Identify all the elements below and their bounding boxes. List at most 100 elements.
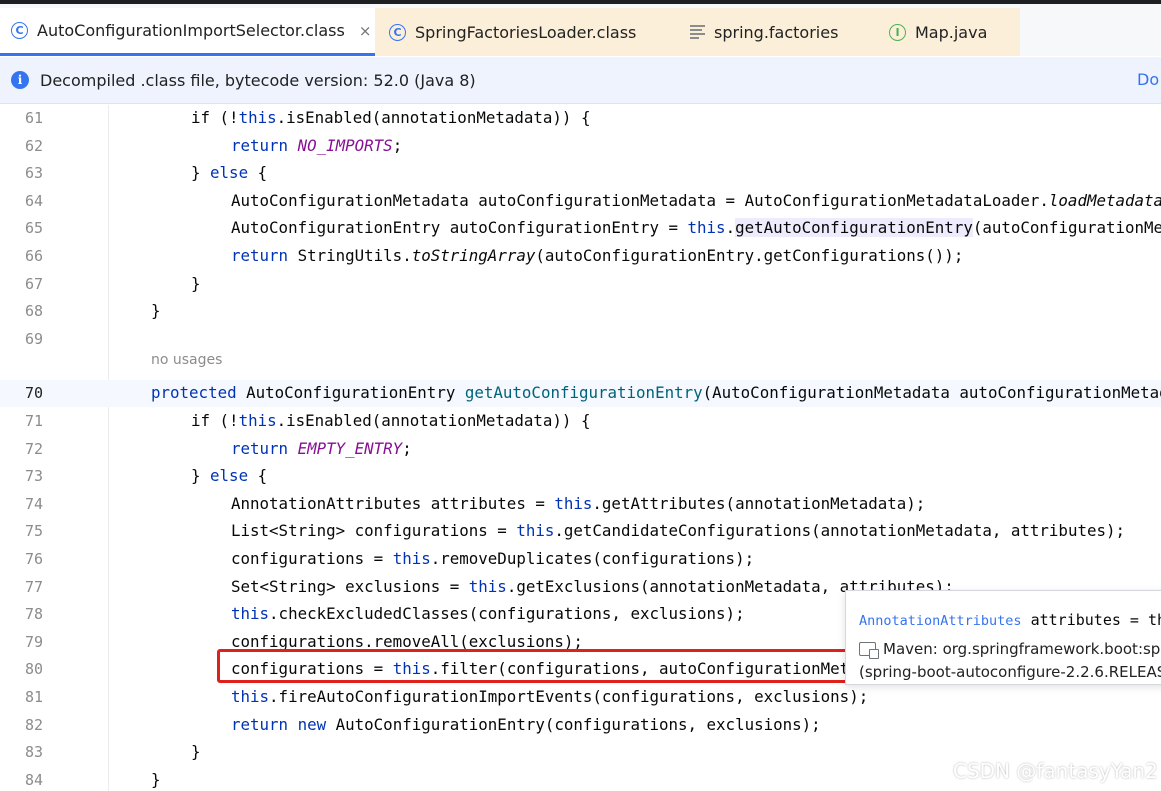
code-token: } <box>191 742 201 762</box>
popup-maven-source: Maven: org.springframework.boot:spring-b… <box>859 640 1161 659</box>
code-text: AutoConfigurationMetadata autoConfigurat… <box>231 191 1161 210</box>
code-token: this <box>231 604 270 624</box>
highlight-annotation-box <box>217 649 855 683</box>
popup-jar-path: (spring-boot-autoconfigure-2.2.6.RELEASE… <box>859 663 1161 681</box>
usages-inlay-hint[interactable]: no usages <box>151 352 222 368</box>
code-line[interactable]: 63} else { <box>0 160 1161 187</box>
tab-bar-empty-area <box>1020 8 1161 56</box>
code-token: (autoConfigurationMetadata <box>972 218 1161 238</box>
code-token: else <box>210 163 249 183</box>
code-token: (autoConfigurationEntry.getConfiguration… <box>535 246 964 265</box>
quick-documentation-popup[interactable]: AnnotationAttributes attributes = this.g… <box>845 590 1161 685</box>
code-line[interactable]: 75 List<String> configurations = this.get… <box>0 518 1161 545</box>
code-line[interactable]: 64 AutoConfigurationMetadata autoConfigur… <box>0 188 1161 215</box>
tab-label: AutoConfigurationImportSelector.class <box>37 21 345 40</box>
line-number[interactable]: 77 <box>0 578 43 596</box>
interface-icon: I <box>889 23 906 41</box>
line-number[interactable]: 69 <box>0 330 43 348</box>
line-number[interactable]: 70 <box>0 384 43 402</box>
code-line[interactable]: 72 return EMPTY_ENTRY; <box>0 436 1161 463</box>
code-line[interactable]: 82 return new AutoConfigurationEntry(conf… <box>0 712 1161 739</box>
line-number[interactable]: 72 <box>0 440 43 458</box>
code-token: this <box>687 218 726 238</box>
code-text: return new AutoConfigurationEntry(config… <box>231 715 821 734</box>
code-token: .getAttributes(annotationMetadata); <box>592 493 926 513</box>
code-editor[interactable]: no usages 61 if (!this.isEnabled(annotati… <box>0 105 1161 791</box>
code-line[interactable]: 62 return NO_IMPORTS; <box>0 133 1161 160</box>
class-icon: C <box>11 22 28 39</box>
line-number[interactable]: 73 <box>0 467 43 485</box>
line-number[interactable]: 81 <box>0 688 43 706</box>
code-token: return new <box>231 714 336 734</box>
code-text: return StringUtils.toStringArray(autoCon… <box>231 246 963 265</box>
code-token: EMPTY_ENTRY <box>297 438 403 458</box>
code-line[interactable]: 73 } else { <box>0 463 1161 490</box>
close-icon[interactable]: × <box>359 22 372 40</box>
code-token: .isEnabled(annotationMetadata)) { <box>276 108 591 127</box>
line-number[interactable]: 84 <box>0 771 43 789</box>
line-number[interactable]: 80 <box>0 660 43 678</box>
code-token: return <box>231 438 298 458</box>
line-number[interactable]: 79 <box>0 633 43 651</box>
code-token: List<String> configurations = <box>231 521 517 541</box>
info-icon: i <box>11 71 29 89</box>
code-line[interactable]: 68} <box>0 298 1161 325</box>
tab-spring-factories[interactable]: spring.factories <box>654 8 857 56</box>
code-token: (AutoConfigurationMetadata autoConfigura… <box>702 383 1161 403</box>
code-token: this <box>516 521 555 541</box>
code-text: AnnotationAttributes attributes = this.g… <box>231 494 925 513</box>
code-token: .getCandidateConfigurations(annotationMe… <box>554 521 1126 541</box>
line-number[interactable]: 63 <box>0 164 43 182</box>
code-token: getAutoConfigurationEntry <box>464 383 703 403</box>
code-token: this <box>468 576 507 596</box>
tab-springfactoriesloader[interactable]: C SpringFactoriesLoader.class <box>375 8 654 56</box>
line-number[interactable]: 67 <box>0 275 43 293</box>
line-number[interactable]: 76 <box>0 550 43 568</box>
line-number[interactable]: 68 <box>0 302 43 320</box>
line-number[interactable]: 82 <box>0 716 43 734</box>
code-line[interactable]: 67} <box>0 271 1161 298</box>
code-line[interactable]: 71 if (!this.isEnabled(annotationMetadata… <box>0 408 1161 435</box>
code-line[interactable]: 81 this.fireAutoConfigurationImportEvents… <box>0 684 1161 711</box>
line-number[interactable]: 83 <box>0 743 43 761</box>
code-line[interactable]: 69 <box>0 326 1161 353</box>
code-line[interactable]: 74 AnnotationAttributes attributes = this… <box>0 491 1161 518</box>
code-token: } <box>151 769 161 789</box>
code-text: AutoConfigurationEntry autoConfiguration… <box>231 218 1161 238</box>
code-token: getAutoConfigurationEntry <box>735 218 973 238</box>
code-token: protected <box>151 383 247 403</box>
code-line[interactable]: 65 AutoConfigurationEntry autoConfigurati… <box>0 215 1161 242</box>
line-number[interactable]: 61 <box>0 109 43 127</box>
code-token: ; <box>392 135 403 155</box>
line-number[interactable]: 71 <box>0 412 43 430</box>
code-line[interactable]: 76 configurations = this.removeDuplicates… <box>0 546 1161 573</box>
line-number[interactable]: 66 <box>0 247 43 265</box>
library-icon <box>859 642 879 659</box>
line-number[interactable]: 75 <box>0 522 43 540</box>
popup-signature: AnnotationAttributes attributes = this.g… <box>859 611 1161 629</box>
line-number[interactable]: 74 <box>0 495 43 513</box>
tab-map-java[interactable]: I Map.java <box>857 8 1020 56</box>
decompiled-notice-banner: i Decompiled .class file, bytecode versi… <box>0 57 1161 104</box>
code-text: List<String> configurations = this.getCa… <box>231 521 1125 540</box>
code-token: Set<String> exclusions = <box>231 576 469 596</box>
code-line[interactable]: 61 if (!this.isEnabled(annotationMetadata… <box>0 105 1161 132</box>
code-text: } else { <box>191 466 267 485</box>
line-number[interactable]: 78 <box>0 605 43 623</box>
code-text: configurations = this.removeDuplicates(c… <box>231 549 754 568</box>
code-line[interactable]: 70 protected AutoConfigurationEntry getAu… <box>0 380 1161 408</box>
code-line[interactable]: 66 return StringUtils.toStringArray(autoC… <box>0 243 1161 270</box>
code-token: this <box>238 108 277 127</box>
download-sources-link[interactable]: Do <box>1137 70 1159 89</box>
class-icon: C <box>389 23 406 41</box>
tab-autoconfigurationimportselector[interactable]: C AutoConfigurationImportSelector.class … <box>0 8 375 56</box>
code-text: } <box>191 742 201 761</box>
line-number[interactable]: 65 <box>0 219 43 237</box>
tab-label: SpringFactoriesLoader.class <box>415 22 637 42</box>
popup-type[interactable]: AnnotationAttributes <box>859 613 1022 629</box>
code-token: this <box>554 493 593 513</box>
line-number[interactable]: 64 <box>0 192 43 210</box>
code-token: if (! <box>191 108 239 127</box>
code-text: } <box>191 274 201 293</box>
line-number[interactable]: 62 <box>0 137 43 155</box>
